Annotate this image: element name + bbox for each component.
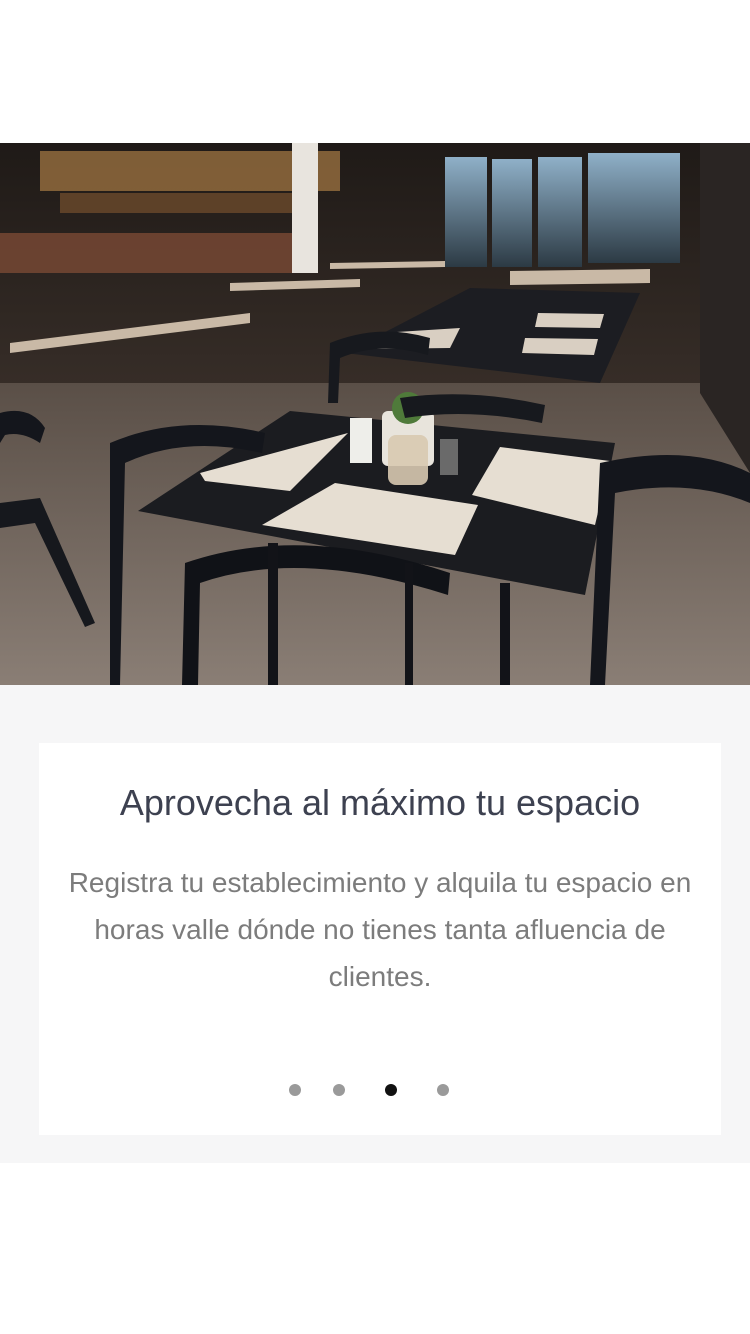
page-dot-3[interactable]	[385, 1084, 397, 1096]
hero-image	[0, 143, 750, 685]
onboarding-description: Registra tu establecimiento y alquila tu…	[68, 867, 692, 992]
onboarding-title: Aprovecha al máximo tu espacio	[119, 782, 641, 823]
page-dot-4[interactable]	[437, 1084, 449, 1096]
pagination-dots	[39, 1083, 721, 1097]
page-dot-2[interactable]	[333, 1084, 345, 1096]
bottom-spacer	[0, 1163, 750, 1334]
page-dot-1[interactable]	[289, 1084, 301, 1096]
onboarding-card: Aprovecha al máximo tu espacio Registra …	[39, 743, 721, 1135]
top-spacer	[0, 0, 750, 143]
